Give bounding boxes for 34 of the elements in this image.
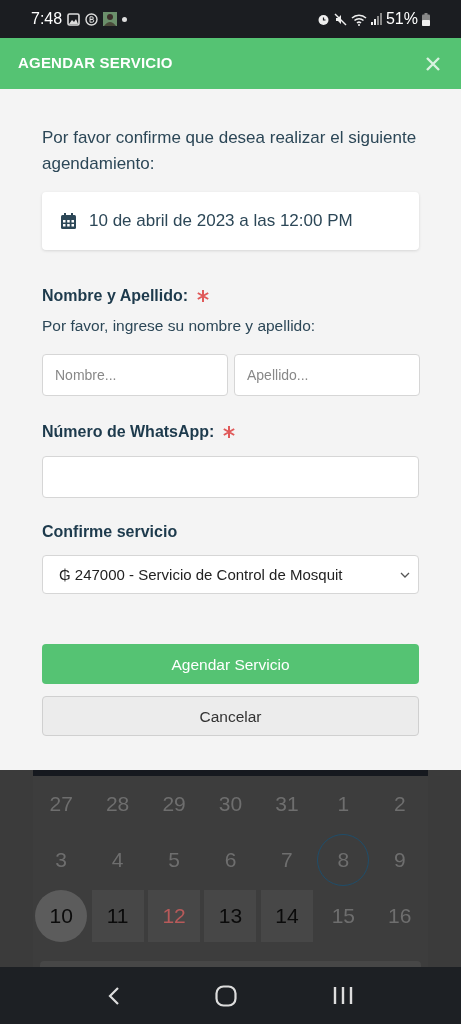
back-button[interactable] [107, 985, 120, 1006]
calendar-day[interactable]: 11 [91, 890, 144, 942]
field-label: Confirme servicio [42, 522, 178, 543]
alarm-icon [316, 12, 330, 26]
mute-icon [333, 12, 347, 26]
field-label: Número de WhatsApp: [42, 422, 215, 443]
calendar-day[interactable]: 10 [35, 890, 88, 942]
appointment-date: 10 de abril de 2023 a las 12:00 PM [89, 210, 353, 233]
battery-icon [422, 12, 430, 26]
field-hint: Por favor, ingrese su nombre y apellido: [42, 316, 317, 336]
battery-percentage: 51% [385, 9, 418, 29]
avatar-icon [103, 12, 118, 26]
status-time: 7:48 [31, 9, 63, 29]
dot-icon [122, 16, 128, 22]
signal-icon [370, 13, 382, 25]
field-label: Nombre y Apellido: [42, 286, 189, 306]
intro-text: Por favor confirme que desea realizar el siguiente agendamiento: [42, 127, 418, 175]
calendar-day[interactable]: 12 [148, 890, 201, 942]
wifi-icon [350, 12, 367, 26]
submit-button[interactable]: Agendar Servicio [42, 644, 419, 685]
modal-title: AGENDAR SERVICIO [18, 53, 173, 74]
home-button[interactable] [215, 984, 238, 1007]
chat-icon [85, 12, 99, 26]
text-field[interactable]: Nombre... [42, 354, 228, 397]
whatsapp-field[interactable] [42, 456, 419, 499]
calendar-day[interactable]: 14 [260, 890, 313, 942]
calendar-icon [61, 213, 76, 229]
cancel-button[interactable]: Cancelar [42, 696, 419, 737]
recent-apps-button[interactable] [333, 986, 354, 1005]
service-dropdown[interactable]: ₲ 247000 - Servicio de Control de Mosquit [42, 555, 419, 595]
text-field[interactable]: Apellido... [234, 354, 420, 397]
chevron-down-icon [400, 571, 410, 578]
calendar-day[interactable]: 13 [204, 890, 257, 942]
image-icon [67, 12, 81, 26]
